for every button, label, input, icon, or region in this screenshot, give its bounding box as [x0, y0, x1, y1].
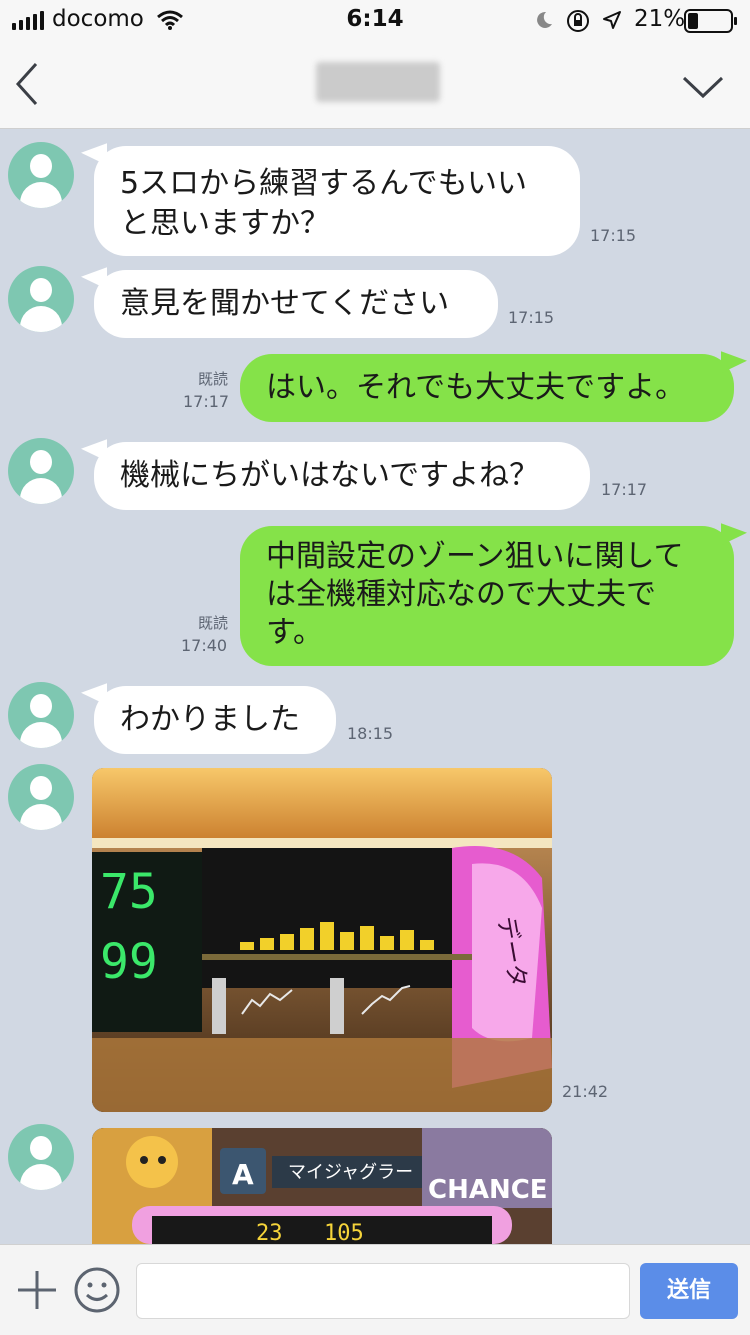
- photo-counter-1: 23: [256, 1221, 283, 1244]
- photo-logo: CHANCE: [428, 1175, 548, 1205]
- message-time: 18:15: [347, 724, 394, 743]
- photo-counter-1: 75: [100, 864, 158, 920]
- plus-icon[interactable]: [16, 1269, 58, 1311]
- photo-counter-2: 105: [324, 1221, 364, 1244]
- message-time: 21:42: [562, 1082, 609, 1101]
- emoji-icon[interactable]: [74, 1267, 120, 1313]
- slot-machine-photo: 75 99 データ: [92, 768, 552, 1112]
- message-time: 17:40: [181, 636, 228, 655]
- photo-message[interactable]: A マイジャグラー CHANCE 23 105: [92, 1128, 552, 1244]
- avatar[interactable]: [8, 764, 74, 830]
- status-bar: docomo 6:14 21%: [0, 0, 750, 42]
- moon-icon: [537, 11, 552, 28]
- avatar[interactable]: [8, 438, 74, 504]
- avatar[interactable]: [8, 1124, 74, 1190]
- message-bubble-incoming[interactable]: わかりました: [94, 686, 336, 754]
- message-bubble-outgoing[interactable]: 中間設定のゾーン狙いに関しては全機種対応なので大丈夫です。: [240, 526, 734, 666]
- chat-header: [0, 42, 750, 129]
- avatar[interactable]: [8, 142, 74, 208]
- photo-machine-name: マイジャグラー: [288, 1162, 413, 1183]
- juggler-machine-photo: A マイジャグラー CHANCE 23 105: [92, 1128, 552, 1244]
- photo-counter-2: 99: [100, 934, 158, 990]
- photo-message[interactable]: 75 99 データ: [92, 768, 552, 1112]
- avatar[interactable]: [8, 266, 74, 332]
- battery-percent: 21%: [634, 6, 686, 32]
- message-time: 17:17: [601, 480, 648, 499]
- message-time: 17:15: [590, 226, 637, 245]
- message-bubble-incoming[interactable]: 5スロから練習するんでもいいと思いますか？: [94, 146, 580, 256]
- message-bubble-incoming[interactable]: 意見を聞かせてください: [94, 270, 498, 338]
- location-icon: [603, 11, 621, 29]
- message-bubble-incoming[interactable]: 機械にちがいはないですよね？: [94, 442, 590, 510]
- message-time: 17:15: [508, 308, 555, 327]
- avatar[interactable]: [8, 682, 74, 748]
- contact-name: [316, 62, 440, 102]
- read-receipt: 既読: [197, 614, 228, 632]
- message-input[interactable]: [136, 1263, 630, 1319]
- message-time: 17:17: [183, 392, 230, 411]
- menu-chevron-icon[interactable]: [682, 74, 724, 100]
- read-receipt: 既読: [197, 370, 228, 388]
- message-composer: 送信: [0, 1244, 750, 1335]
- photo-badge: A: [232, 1158, 254, 1191]
- orientation-lock-icon: [567, 10, 589, 32]
- message-bubble-outgoing[interactable]: はい。それでも大丈夫ですよ。: [240, 354, 734, 422]
- back-chevron-icon[interactable]: [14, 62, 40, 106]
- send-button[interactable]: 送信: [640, 1263, 738, 1319]
- battery-icon: [684, 9, 737, 33]
